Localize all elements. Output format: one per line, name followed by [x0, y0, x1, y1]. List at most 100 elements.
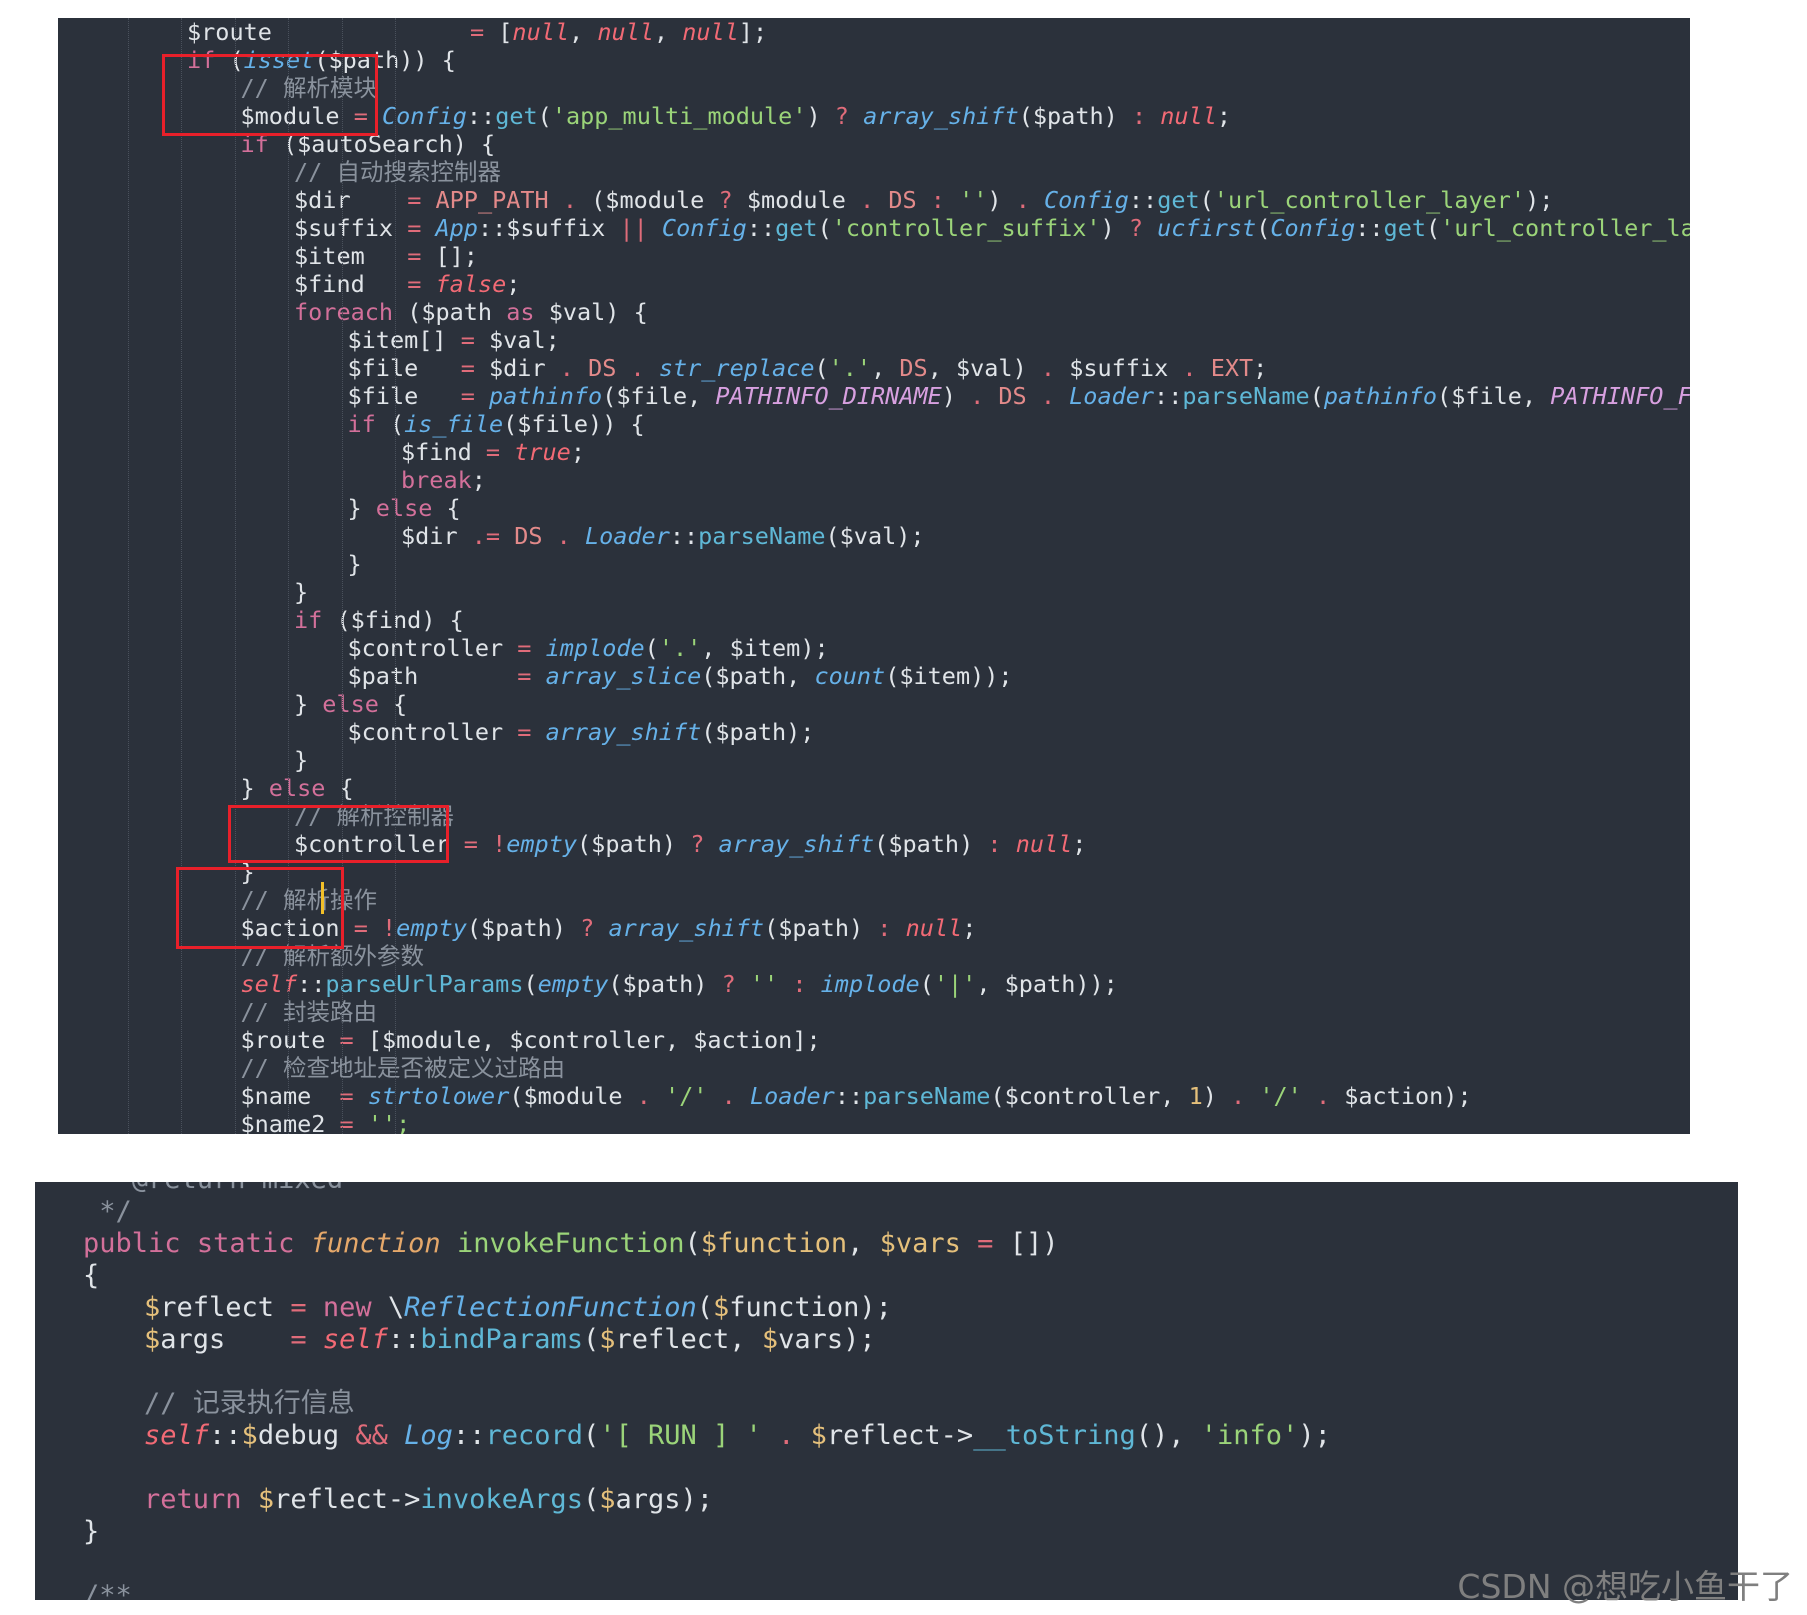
code-token: [])	[993, 1228, 1059, 1259]
code-token: $find	[294, 270, 365, 298]
code-token: App	[435, 214, 478, 242]
code-token: (	[523, 970, 538, 998]
code-token: =	[460, 354, 475, 382]
code-token: ,	[976, 970, 1005, 998]
code-token: $file	[347, 382, 419, 410]
code-token: DS	[899, 354, 928, 382]
code-token: [	[484, 18, 513, 46]
code-token: $file	[347, 354, 419, 382]
code-token: $	[144, 1292, 161, 1323]
code-token: .	[1231, 1082, 1246, 1110]
code-line: $name2 = '';	[241, 1110, 411, 1134]
code-token: array_shift	[608, 914, 765, 942]
code-token: pathinfo	[489, 382, 603, 410]
code-token: ;	[545, 326, 560, 354]
code-token: 'info'	[1200, 1420, 1299, 1451]
code-token: ;	[1216, 102, 1231, 130]
code-token: =	[290, 1324, 307, 1355]
code-token: get	[495, 102, 538, 130]
code-line: $item = [];	[294, 242, 478, 270]
code-token: $item	[294, 242, 365, 270]
code-token: $dir	[489, 354, 546, 382]
code-token: $path	[347, 662, 419, 690]
code-token: ::	[477, 214, 507, 242]
code-token: );	[843, 1324, 876, 1355]
code-token: {	[378, 690, 408, 718]
code-token: $suffix	[506, 214, 606, 242]
code-token: ?	[718, 186, 733, 214]
code-token: parseName	[1182, 382, 1310, 410]
code-token: parseName	[698, 522, 826, 550]
code-token: $path	[715, 718, 787, 746]
code-token: null	[1160, 102, 1217, 130]
code-token: strtolower	[367, 1082, 510, 1110]
code-token: 'url_controller_layer'	[1440, 214, 1690, 242]
code-token: $	[713, 1292, 730, 1323]
code-token: as	[506, 298, 535, 326]
code-token: ;	[962, 914, 977, 942]
code-token: )	[806, 102, 835, 130]
indent-guide	[288, 18, 289, 1134]
code-token: $val	[839, 522, 897, 550]
code-line: $dir .= DS . Loader::parseName($val);	[401, 522, 925, 550]
code-token: .	[778, 1420, 795, 1451]
code-token: $	[241, 1420, 258, 1451]
code-token: break	[401, 466, 472, 494]
code-token: (	[602, 382, 617, 410]
code-line: $dir = APP_PATH . ($module ? $module . D…	[294, 186, 1553, 214]
code-line: }	[294, 746, 308, 774]
code-line: $reflect = new \ReflectionFunction($func…	[144, 1292, 892, 1324]
code-token: $path	[1032, 102, 1104, 130]
code-token: reflect	[160, 1292, 275, 1323]
code-token: ,	[1160, 1082, 1189, 1110]
code-token: $module	[382, 1026, 482, 1054]
highlight-box-controller	[228, 805, 449, 863]
code-token: implode	[545, 634, 645, 662]
code-token: .	[970, 382, 985, 410]
code-token: ,	[1521, 382, 1551, 410]
code-token: ,	[729, 1324, 762, 1355]
code-token: foreach	[294, 298, 394, 326]
code-token: ::	[1355, 214, 1384, 242]
code-token: $controller	[509, 1026, 665, 1054]
code-token: ;	[471, 466, 486, 494]
code-token: $controller	[1004, 1082, 1161, 1110]
code-token: function	[717, 1228, 848, 1259]
code-token: $dir	[401, 522, 458, 550]
code-token: Loader	[749, 1082, 835, 1110]
code-token: ::	[746, 214, 776, 242]
code-token: $	[700, 1228, 718, 1259]
code-token: .	[556, 522, 571, 550]
code-token: ,	[687, 382, 716, 410]
text-cursor	[321, 882, 324, 914]
code-line: foreach ($path as $val) {	[294, 298, 648, 326]
code-token: =	[517, 634, 532, 662]
code-token: (	[1018, 102, 1033, 130]
indent-guide	[341, 18, 343, 1134]
code-token: $item	[729, 634, 801, 662]
code-token: (	[582, 1324, 600, 1355]
code-token: );	[896, 522, 925, 550]
code-token: $file	[616, 382, 688, 410]
code-token: null	[905, 914, 963, 942]
code-token: PATHINFO_DIRNAME	[715, 382, 942, 410]
code-token: $	[599, 1324, 616, 1355]
code-token: $file	[1451, 382, 1522, 410]
code-token: 'app_multi_module'	[551, 102, 807, 130]
